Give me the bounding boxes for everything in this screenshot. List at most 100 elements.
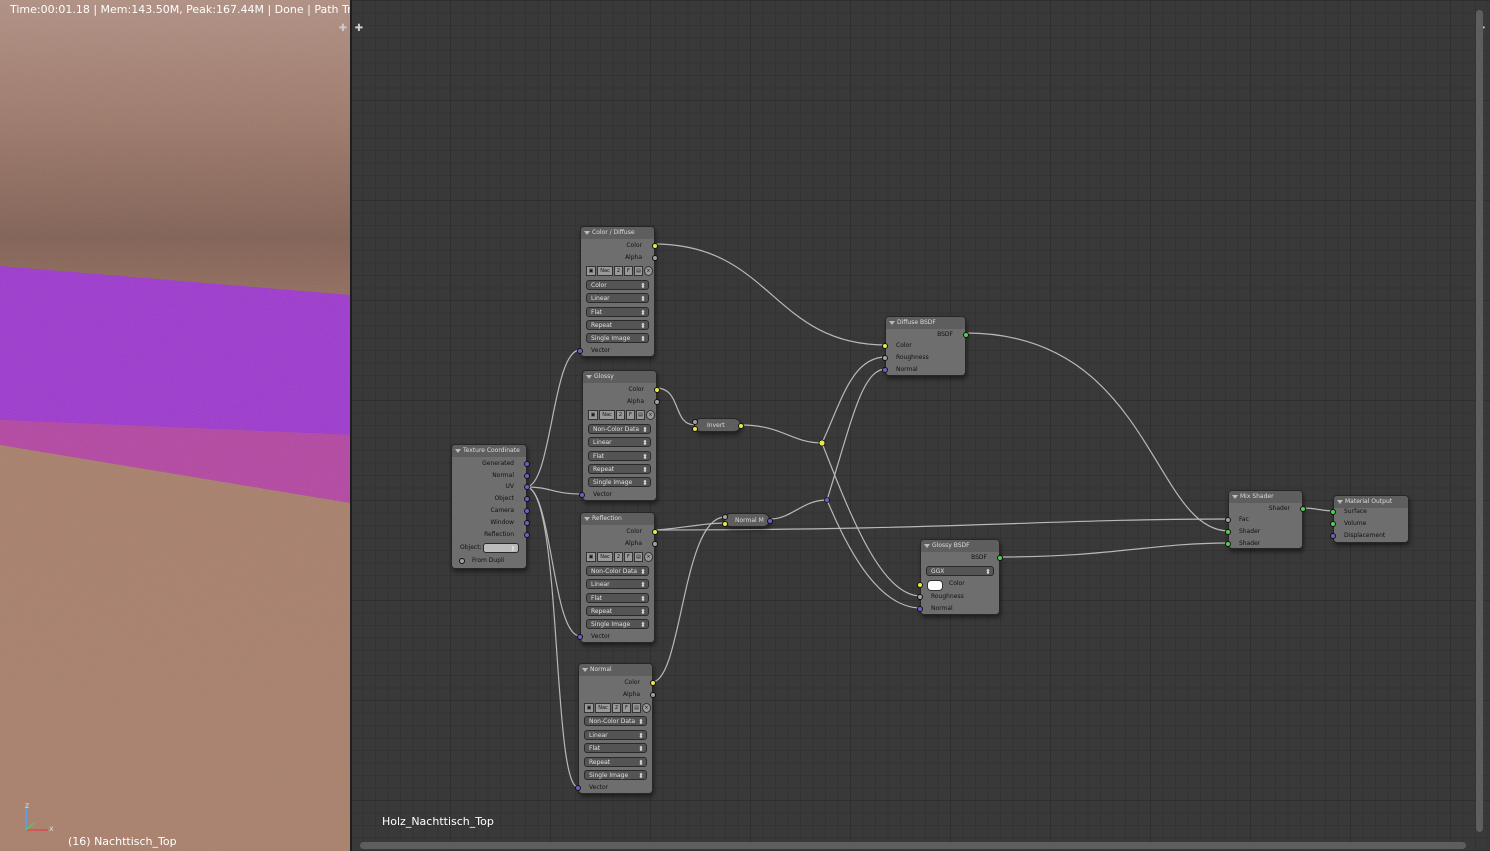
image-name[interactable]: Nac [597, 266, 613, 276]
socket[interactable] [652, 255, 658, 261]
image-name[interactable]: Nac [595, 703, 611, 713]
image-texture-node-color[interactable]: Color / Diffuse Color Alpha ▣ Nac 2 F ▤ … [577, 226, 658, 357]
socket[interactable] [882, 343, 888, 349]
extension-dropdown[interactable]: Repeat [586, 606, 649, 617]
image-texture-node-normal[interactable]: Normal Color Alpha ▣ Nac 2 F ▤ × Non-Col… [575, 663, 656, 794]
color-swatch[interactable] [927, 580, 943, 591]
color-space-dropdown[interactable]: Color [586, 280, 649, 291]
socket[interactable] [577, 348, 583, 354]
object-field[interactable] [483, 543, 519, 554]
socket[interactable] [577, 634, 583, 640]
image-icon[interactable]: ▣ [586, 552, 596, 562]
texture-coordinate-node[interactable]: Texture Coordinate Generated Normal UV O… [451, 444, 530, 569]
socket[interactable] [917, 582, 923, 588]
socket[interactable] [722, 521, 728, 527]
from-dupli-checkbox[interactable] [459, 558, 465, 564]
socket[interactable] [738, 423, 744, 429]
folder-icon[interactable]: ▤ [636, 410, 645, 420]
horizontal-scrollbar[interactable] [360, 842, 1466, 849]
image-selector[interactable]: ▣ Nac 2 F ▤ × [584, 703, 651, 713]
users-count[interactable]: 2 [614, 266, 623, 276]
image-texture-node-reflection[interactable]: Reflection Color Alpha ▣ Nac 2 F ▤ × Non… [577, 512, 658, 643]
vertical-scrollbar[interactable] [1476, 10, 1483, 832]
plus-icon[interactable]: ✚ [338, 24, 348, 34]
image-icon[interactable]: ▣ [588, 410, 598, 420]
socket[interactable] [722, 514, 728, 520]
socket[interactable] [1225, 529, 1231, 535]
socket[interactable] [1330, 509, 1336, 515]
users-count[interactable]: 2 [612, 703, 621, 713]
socket[interactable] [652, 541, 658, 547]
socket[interactable] [524, 484, 530, 490]
close-icon[interactable]: × [644, 552, 653, 562]
socket[interactable] [524, 473, 530, 479]
socket[interactable] [524, 520, 530, 526]
node-editor[interactable]: ✚ ✚ Texture Coordinate Generat [352, 0, 1490, 851]
close-icon[interactable]: × [642, 703, 651, 713]
socket[interactable] [692, 419, 698, 425]
socket[interactable] [650, 692, 656, 698]
glossy-bsdf-node[interactable]: Glossy BSDF BSDF GGX Color Roughness Nor… [917, 539, 1003, 615]
color-space-dropdown[interactable]: Non-Color Data [586, 566, 649, 577]
folder-icon[interactable]: ▤ [632, 703, 641, 713]
socket[interactable] [650, 680, 656, 686]
normal-map-node[interactable]: Normal M [722, 513, 773, 527]
color-space-dropdown[interactable]: Non-Color Data [588, 424, 651, 435]
image-name[interactable]: Nac [599, 410, 615, 420]
projection-dropdown[interactable]: Flat [584, 743, 647, 754]
socket[interactable] [652, 529, 658, 535]
socket[interactable] [524, 508, 530, 514]
close-icon[interactable]: × [644, 266, 653, 276]
socket[interactable] [1225, 517, 1231, 523]
fake-user-toggle[interactable]: F [626, 410, 635, 420]
projection-dropdown[interactable]: Flat [586, 307, 649, 318]
folder-icon[interactable]: ▤ [634, 552, 643, 562]
fake-user-toggle[interactable]: F [622, 703, 631, 713]
projection-dropdown[interactable]: Flat [588, 451, 651, 462]
socket[interactable] [579, 492, 585, 498]
socket[interactable] [575, 785, 581, 791]
source-dropdown[interactable]: Single Image [586, 333, 649, 344]
socket[interactable] [997, 555, 1003, 561]
image-selector[interactable]: ▣ Nac 2 F ▤ × [588, 410, 655, 420]
image-selector[interactable]: ▣ Nac 2 F ▤ × [586, 552, 653, 562]
projection-dropdown[interactable]: Flat [586, 593, 649, 604]
image-texture-node-glossy[interactable]: Glossy Color Alpha ▣ Nac 2 F ▤ × Non-Col… [579, 370, 660, 501]
users-count[interactable]: 2 [614, 552, 623, 562]
color-space-dropdown[interactable]: Non-Color Data [584, 716, 647, 727]
extension-dropdown[interactable]: Repeat [588, 464, 651, 475]
socket[interactable] [917, 606, 923, 612]
material-output-node[interactable]: Material Output Surface Volume Displacem… [1330, 495, 1409, 543]
3d-viewport[interactable]: Time:00:01.18 | Mem:143.50M, Peak:167.44… [0, 0, 350, 851]
source-dropdown[interactable]: Single Image [586, 619, 649, 630]
source-dropdown[interactable]: Single Image [588, 477, 651, 488]
extension-dropdown[interactable]: Repeat [586, 320, 649, 331]
socket[interactable] [1225, 541, 1231, 547]
users-count[interactable]: 2 [616, 410, 625, 420]
interpolation-dropdown[interactable]: Linear [586, 579, 649, 590]
socket[interactable] [963, 332, 969, 338]
socket[interactable] [524, 496, 530, 502]
socket[interactable] [882, 355, 888, 361]
socket[interactable] [767, 518, 773, 524]
image-icon[interactable]: ▣ [584, 703, 594, 713]
interpolation-dropdown[interactable]: Linear [586, 293, 649, 304]
socket[interactable] [1300, 506, 1306, 512]
socket[interactable] [654, 387, 660, 393]
interpolation-dropdown[interactable]: Linear [588, 437, 651, 448]
source-dropdown[interactable]: Single Image [584, 770, 647, 781]
invert-node[interactable]: Invert [692, 418, 744, 432]
mix-shader-node[interactable]: Mix Shader Shader Fac Shader Shader [1225, 490, 1306, 549]
close-icon[interactable]: × [646, 410, 655, 420]
folder-icon[interactable]: ▤ [634, 266, 643, 276]
interpolation-dropdown[interactable]: Linear [584, 730, 647, 741]
socket[interactable] [652, 243, 658, 249]
socket[interactable] [524, 532, 530, 538]
image-name[interactable]: Nac [597, 552, 613, 562]
socket[interactable] [882, 367, 888, 373]
socket[interactable] [524, 461, 530, 467]
socket[interactable] [1330, 533, 1336, 539]
socket[interactable] [692, 426, 698, 432]
diffuse-bsdf-node[interactable]: Diffuse BSDF BSDF Color Roughness Normal [882, 316, 969, 376]
fake-user-toggle[interactable]: F [624, 552, 633, 562]
